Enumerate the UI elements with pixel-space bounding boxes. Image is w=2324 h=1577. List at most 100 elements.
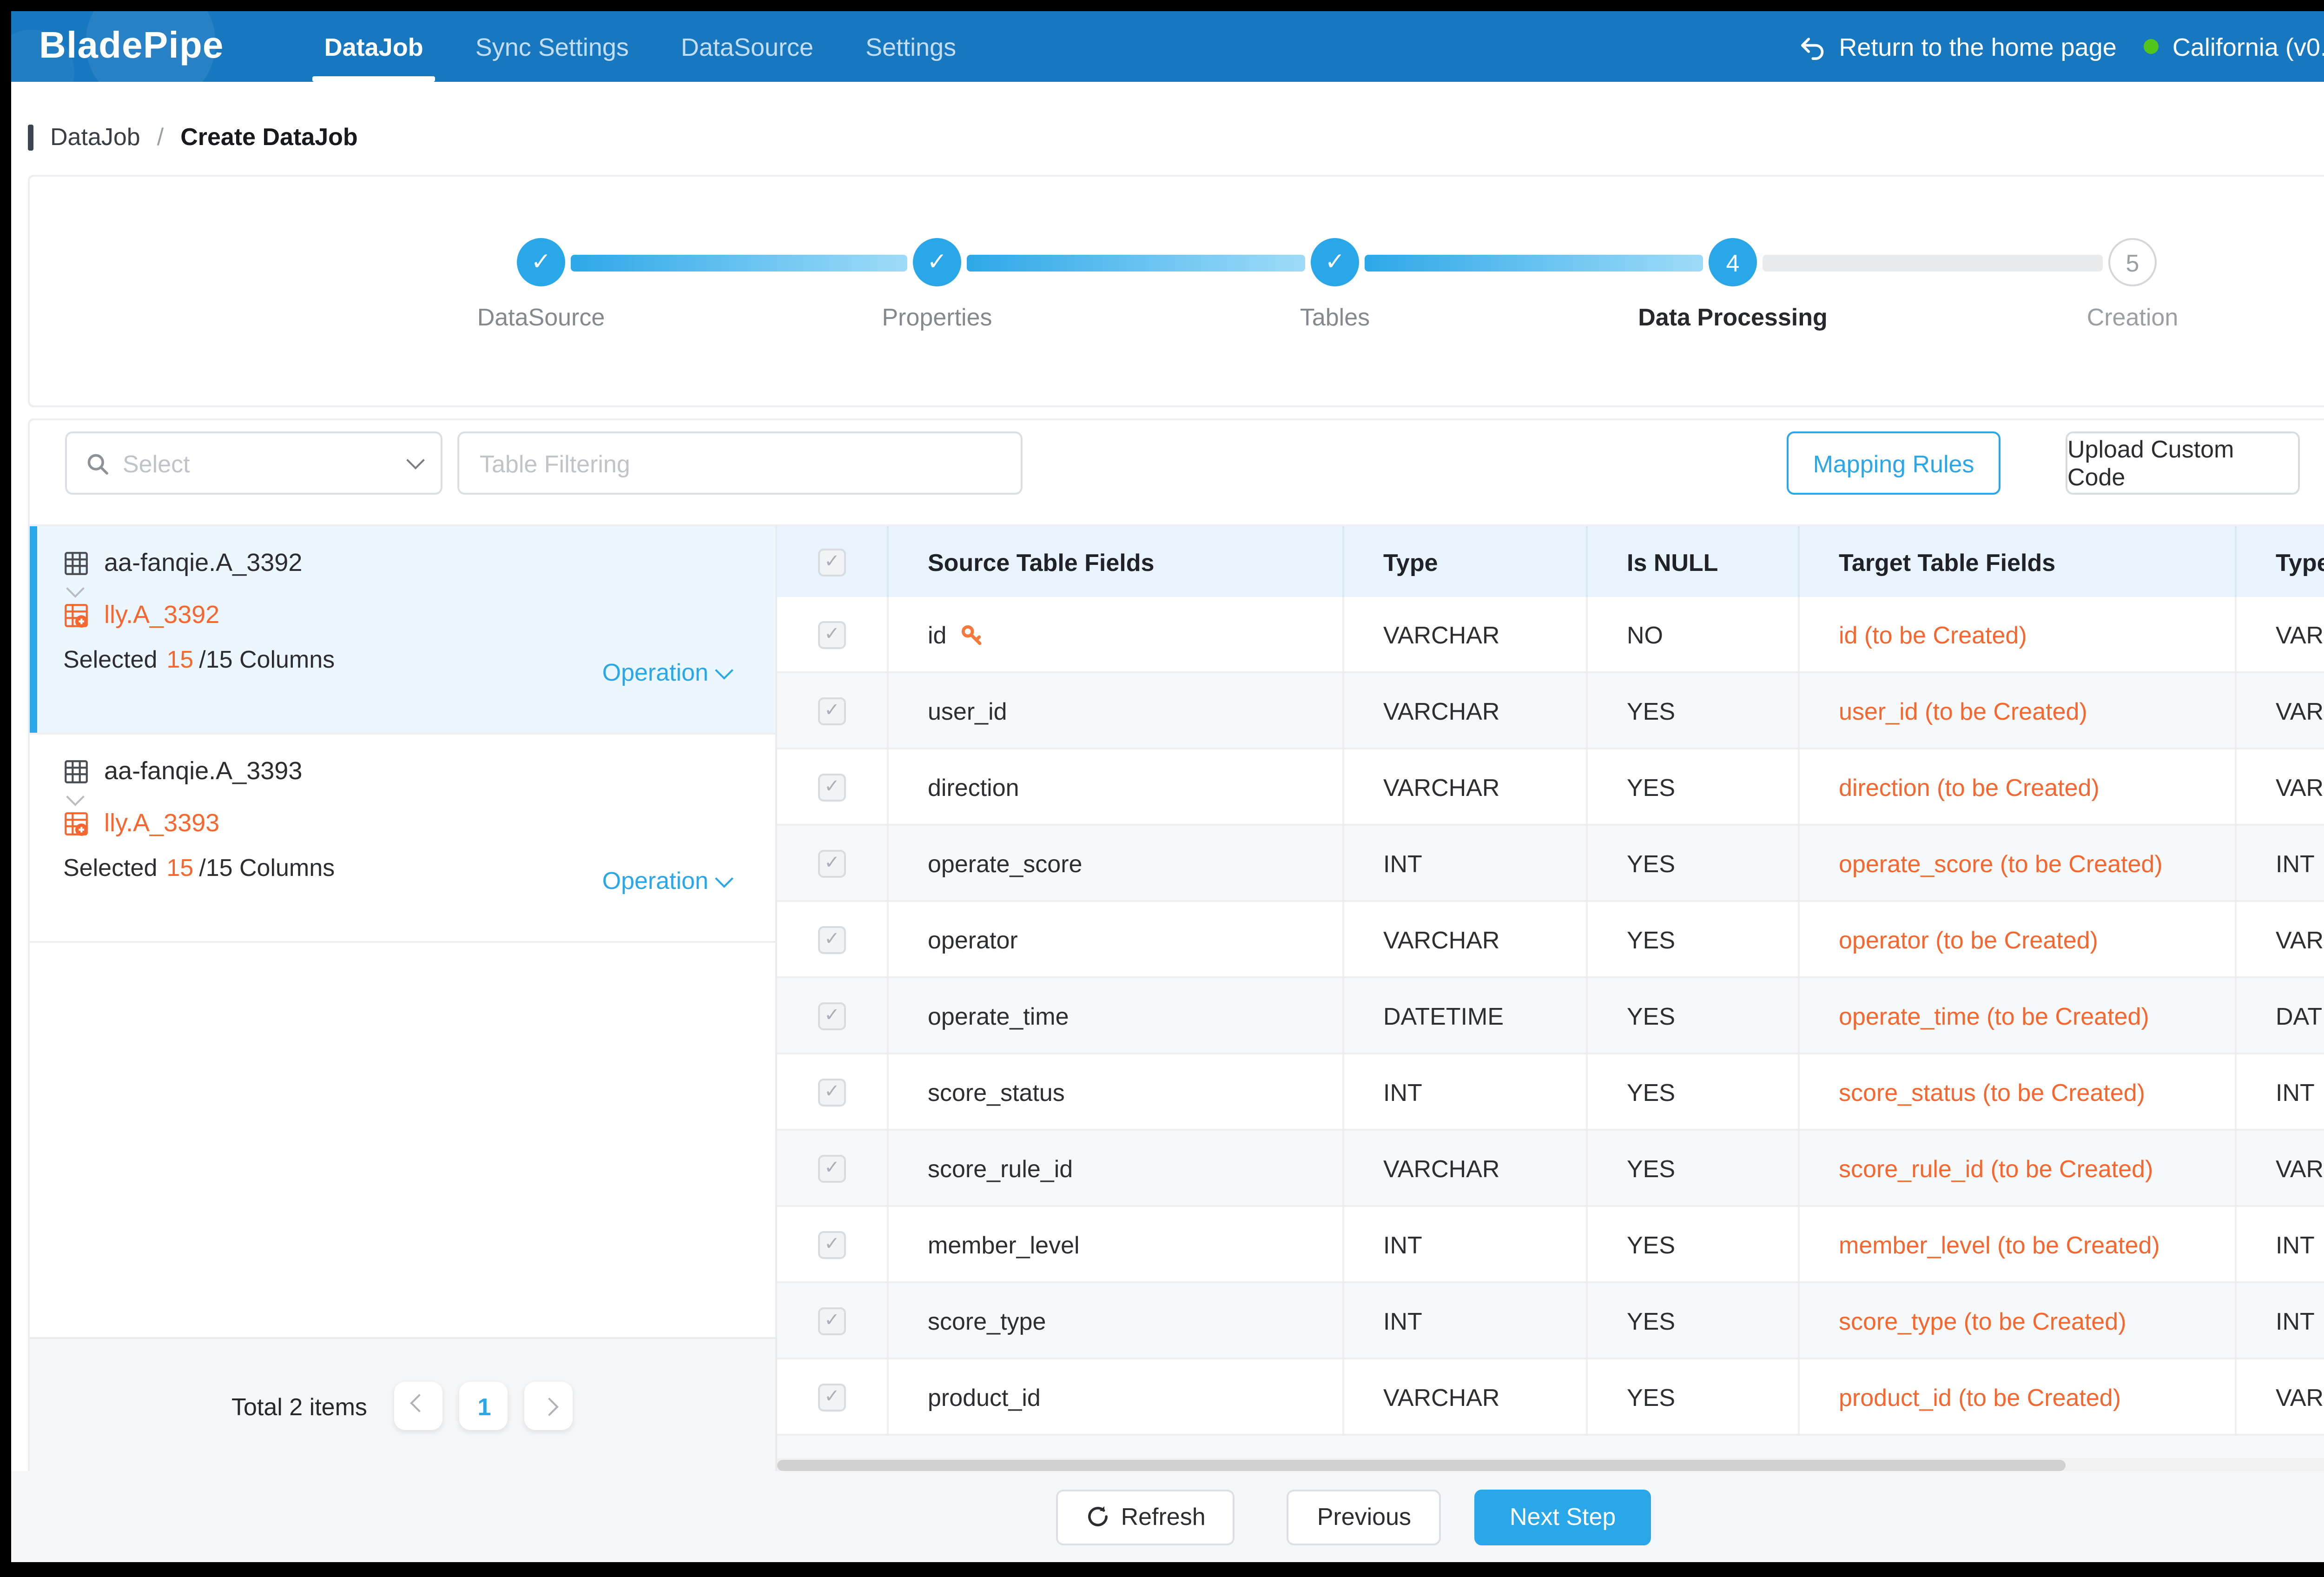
step-circle-creation: 5 [2108,238,2157,286]
source-field-name: operate_time [928,1001,1069,1029]
screenshot-frame: BladePipe DataJob Sync Settings DataSour… [0,0,2324,1577]
source-field-type: VARCHAR [1344,597,1588,671]
operation-link[interactable]: Operation [602,867,731,895]
refresh-label: Refresh [1121,1503,1206,1531]
row-checkbox[interactable] [818,1154,846,1182]
app-window: BladePipe DataJob Sync Settings DataSour… [11,11,2324,1562]
table-filtering-input[interactable] [457,431,1023,495]
row-checkbox[interactable] [818,1078,846,1106]
top-navbar: BladePipe DataJob Sync Settings DataSour… [11,11,2324,82]
status-dot-icon [2145,39,2159,54]
mapping-rules-button[interactable]: Mapping Rules [1787,431,2000,495]
target-field-name: operate_score (to be Created) [1800,826,2237,900]
nav-datajob[interactable]: DataJob [324,11,423,82]
source-field-isnull: YES [1588,1054,1800,1129]
breadcrumb-datajob[interactable]: DataJob [50,123,140,151]
target-field-type: INT [2237,826,2324,900]
table-row: score_rule_id VARCHAR YES score_rule_id … [777,1131,2324,1207]
chevron-down-icon [715,868,733,887]
target-field-name: operator (to be Created) [1800,902,2237,976]
table-select-dropdown[interactable]: Select [65,431,442,495]
row-checkbox[interactable] [818,620,846,648]
operation-link[interactable]: Operation [602,658,731,686]
navbar-right: Return to the home page California (v0.7… [1798,21,2324,72]
upload-custom-code-button[interactable]: Upload Custom Code [2066,431,2300,495]
nav-sync-settings[interactable]: Sync Settings [475,11,629,82]
target-table-name: lly.A_3393 [104,809,219,837]
row-checkbox[interactable] [818,1306,846,1334]
source-field-type: VARCHAR [1344,902,1588,976]
table-pair-panel: aa-fanqie.A_3392 lly.A_3392 Selected15/1… [30,524,777,1473]
row-checkbox[interactable] [818,849,846,877]
target-field-type: INT [2237,1054,2324,1129]
return-home-label: Return to the home page [1839,33,2116,60]
table-pair-item[interactable]: aa-fanqie.A_3392 lly.A_3392 Selected15/1… [30,526,775,735]
header-target-type: Type [2237,526,2324,597]
step-label-data-processing: Data Processing [1584,303,1882,331]
step-label-properties: Properties [788,303,1086,331]
target-field-type: DATETIME [2237,978,2324,1053]
source-field-name: id [928,620,947,648]
source-field-isnull: NO [1588,597,1800,671]
table-pair-item[interactable]: aa-fanqie.A_3393 lly.A_3393 Selected15/1… [30,735,775,943]
source-table-name: aa-fanqie.A_3392 [104,549,302,576]
chevron-down-icon [69,790,746,803]
nav-datasource[interactable]: DataSource [681,11,813,82]
search-icon [86,451,110,475]
select-placeholder: Select [123,449,396,477]
bladepipe-logo[interactable]: BladePipe [39,25,224,68]
total-items-label: Total 2 items [231,1392,367,1420]
step-connector-done [571,255,907,272]
main-nav: DataJob Sync Settings DataSource Setting… [298,11,983,82]
source-table-icon [63,550,89,576]
header-source-isnull: Is NULL [1588,526,1800,597]
next-page-button[interactable] [525,1382,574,1430]
target-field-type: VARCHAR [2237,1131,2324,1205]
chevron-down-icon [69,582,746,595]
footer-actions: Refresh Previous Next Step [11,1471,2324,1562]
check-icon: ✓ [927,247,947,277]
next-step-button[interactable]: Next Step [1474,1489,1651,1544]
source-field-type: DATETIME [1344,978,1588,1053]
step-connector-done [1365,255,1703,272]
environment-selector[interactable]: California (v0.7.0) [2145,33,2324,60]
step-label-datasource: DataSource [392,303,690,331]
source-field-name: user_id [928,696,1007,724]
table-row: user_id VARCHAR YES user_id (to be Creat… [777,673,2324,749]
target-field-name: product_id (to be Created) [1800,1359,2237,1434]
source-field-name: product_id [928,1383,1041,1411]
previous-button[interactable]: Previous [1287,1489,1441,1544]
data-processing-card: Select Mapping Rules Upload Custom Code … [28,418,2324,1475]
target-field-type: VARCHAR [2237,749,2324,824]
row-checkbox[interactable] [818,1230,846,1258]
source-field-isnull: YES [1588,1283,1800,1358]
refresh-button[interactable]: Refresh [1056,1489,1235,1544]
table-row: operate_score INT YES operate_score (to … [777,826,2324,902]
target-field-type: VARCHAR [2237,597,2324,671]
table-row: operate_time DATETIME YES operate_time (… [777,978,2324,1054]
row-checkbox[interactable] [818,773,846,801]
nav-settings[interactable]: Settings [865,11,956,82]
select-all-checkbox[interactable] [818,548,846,576]
row-checkbox[interactable] [818,1383,846,1411]
step-circle-datasource: ✓ [517,238,565,286]
page-number-button[interactable]: 1 [460,1382,508,1430]
source-field-type: VARCHAR [1344,1359,1588,1434]
row-checkbox[interactable] [818,696,846,724]
table-row: score_status INT YES score_status (to be… [777,1054,2324,1131]
source-field-name: score_status [928,1078,1065,1106]
horizontal-scrollbar-thumb[interactable] [777,1460,2066,1471]
step-connector-done [967,255,1305,272]
chevron-down-icon [406,451,425,470]
prev-page-button[interactable] [395,1382,443,1430]
source-field-isnull: YES [1588,749,1800,824]
source-field-type: INT [1344,826,1588,900]
return-arrow-icon [1798,33,1826,60]
row-checkbox[interactable] [818,1001,846,1029]
row-checkbox[interactable] [818,925,846,953]
step-connector-pending [1763,255,2103,272]
target-field-name: direction (to be Created) [1800,749,2237,824]
return-home-link[interactable]: Return to the home page [1798,33,2116,60]
table-header-row: Source Table Fields Type Is NULL Target … [777,526,2324,597]
target-field-name: user_id (to be Created) [1800,673,2237,748]
